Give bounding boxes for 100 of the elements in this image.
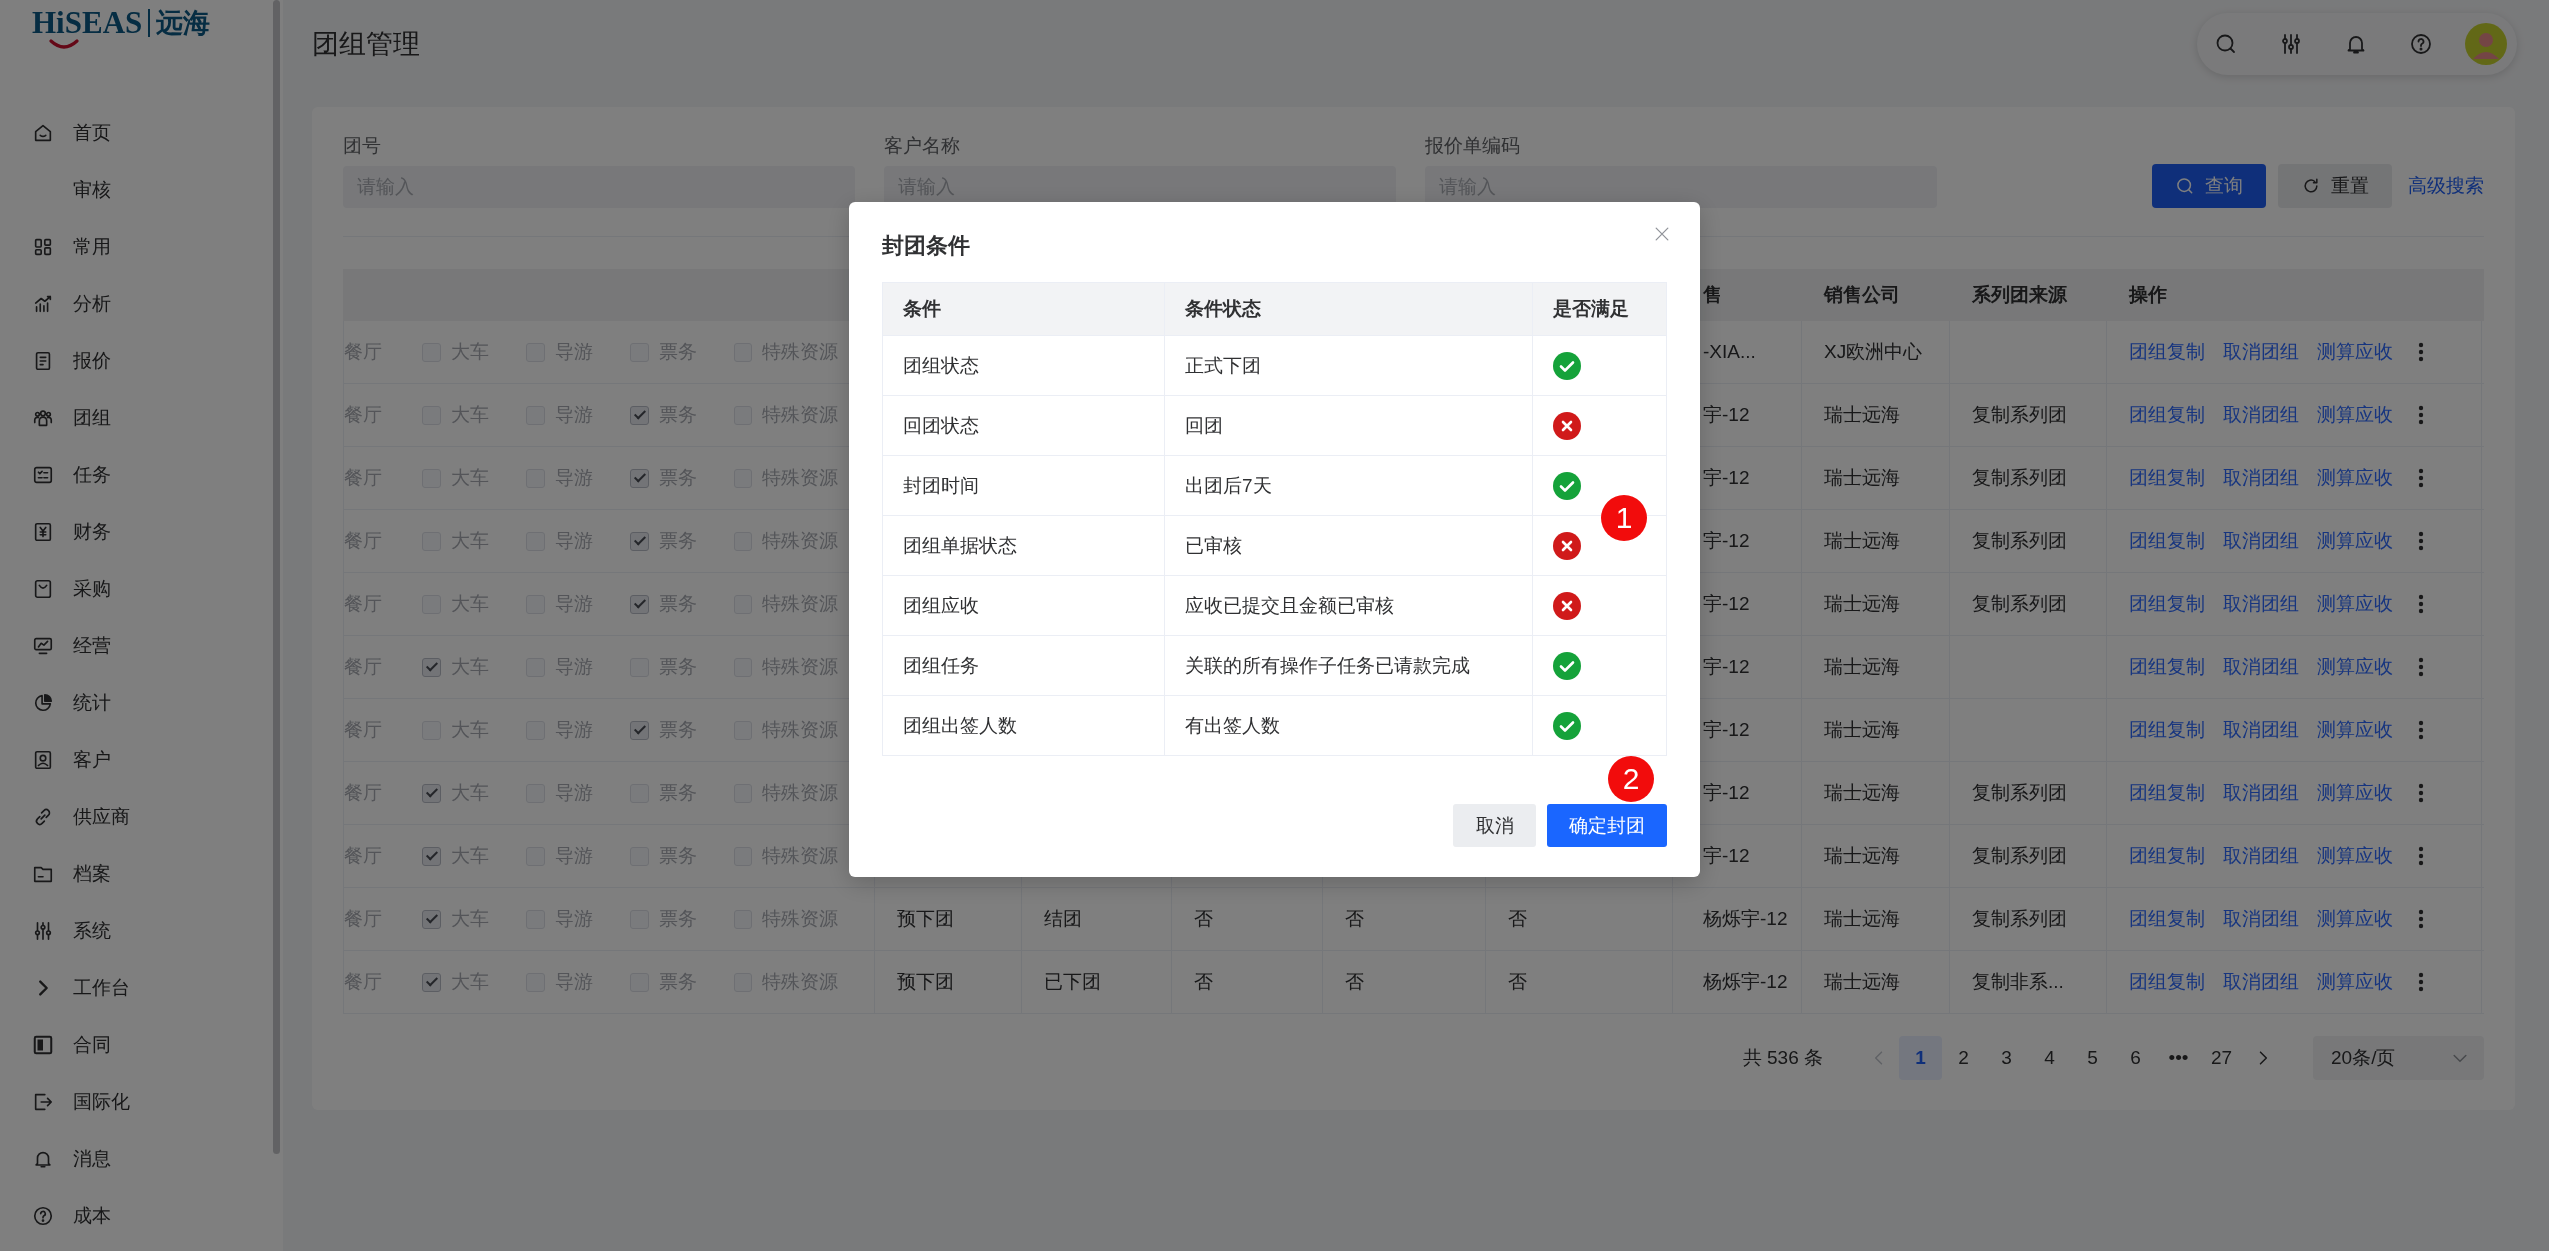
table-action-link[interactable]: 测算应收: [2317, 717, 2393, 743]
logo-text: HiSEAS: [32, 8, 143, 38]
avatar[interactable]: [2465, 23, 2507, 65]
search-button[interactable]: 查询: [2152, 164, 2266, 208]
table-action-link[interactable]: 测算应收: [2317, 969, 2393, 995]
table-cell-text: 瑞士远海: [1824, 970, 1900, 994]
table-action-link[interactable]: 取消团组: [2223, 717, 2299, 743]
page-number[interactable]: 3: [1985, 1036, 2028, 1080]
table-action-link[interactable]: 团组复制: [2129, 339, 2205, 365]
page-number[interactable]: 4: [2028, 1036, 2071, 1080]
logo-text: 远海: [148, 9, 211, 37]
table-action-link[interactable]: 取消团组: [2223, 843, 2299, 869]
table-cell-text: 宇-12: [1703, 781, 1750, 805]
page-number[interactable]: 6: [2114, 1036, 2157, 1080]
refresh-icon: [2301, 176, 2321, 196]
table-cell-text: 宇-12: [1703, 592, 1750, 616]
table-action-link[interactable]: 团组复制: [2129, 465, 2205, 491]
page-number[interactable]: •••: [2157, 1036, 2200, 1080]
advanced-search-link[interactable]: 高级搜索: [2404, 164, 2484, 208]
page-number[interactable]: 5: [2071, 1036, 2114, 1080]
help-icon: [32, 1204, 54, 1227]
checkbox[interactable]: [422, 846, 441, 866]
column-header: 系列团来源: [1972, 283, 2067, 307]
pie-chart-icon: [32, 691, 54, 714]
confirm-button[interactable]: 确定封团: [1547, 804, 1667, 847]
reset-button[interactable]: 重置: [2278, 164, 2392, 208]
table-action-link[interactable]: 取消团组: [2223, 591, 2299, 617]
table-action-link[interactable]: 团组复制: [2129, 528, 2205, 554]
more-icon[interactable]: [2418, 531, 2424, 551]
scrollbar-thumb[interactable]: [273, 0, 280, 1154]
page-number[interactable]: 2: [1942, 1036, 1985, 1080]
checkbox[interactable]: [630, 720, 649, 740]
table-action-link[interactable]: 测算应收: [2317, 339, 2393, 365]
page-number[interactable]: 1: [1899, 1036, 1942, 1080]
table-action-link[interactable]: 团组复制: [2129, 654, 2205, 680]
table-cell-text: 宇-12: [1703, 655, 1750, 679]
table-action-link[interactable]: 团组复制: [2129, 591, 2205, 617]
page-number[interactable]: 27: [2200, 1036, 2243, 1080]
more-icon[interactable]: [2418, 783, 2424, 803]
checkbox[interactable]: [422, 783, 441, 803]
more-icon[interactable]: [2418, 342, 2424, 362]
more-icon[interactable]: [2418, 594, 2424, 614]
column-header: 销售公司: [1824, 283, 1900, 307]
table-action-link[interactable]: 团组复制: [2129, 906, 2205, 932]
checkbox[interactable]: [422, 909, 441, 929]
table-action-link[interactable]: 团组复制: [2129, 969, 2205, 995]
table-cell-text: 出团后7天: [1185, 473, 1272, 498]
checkbox[interactable]: [422, 972, 441, 992]
more-icon[interactable]: [2418, 405, 2424, 425]
search-icon[interactable]: [2214, 32, 2238, 56]
table-action-link[interactable]: 团组复制: [2129, 402, 2205, 428]
page-size-select[interactable]: 20条/页: [2313, 1036, 2484, 1080]
table-action-link[interactable]: 测算应收: [2317, 843, 2393, 869]
table-action-link[interactable]: 取消团组: [2223, 906, 2299, 932]
table-cell-text: 团组出签人数: [903, 713, 1017, 738]
table-action-link[interactable]: 取消团组: [2223, 969, 2299, 995]
table-action-link[interactable]: 测算应收: [2317, 906, 2393, 932]
table-action-link[interactable]: 取消团组: [2223, 654, 2299, 680]
field-label: 客户名称: [884, 135, 961, 157]
checkbox[interactable]: [630, 594, 649, 614]
table-cell-text: 宇-12: [1703, 466, 1750, 490]
table-action-link[interactable]: 取消团组: [2223, 339, 2299, 365]
checkbox[interactable]: [630, 531, 649, 551]
table-action-link[interactable]: 团组复制: [2129, 717, 2205, 743]
checkbox[interactable]: [422, 657, 441, 677]
table-action-link[interactable]: 测算应收: [2317, 780, 2393, 806]
table-cell-text: 杨烁宇-12: [1703, 970, 1788, 994]
more-icon[interactable]: [2418, 468, 2424, 488]
more-icon[interactable]: [2418, 909, 2424, 929]
table-action-link[interactable]: 取消团组: [2223, 465, 2299, 491]
table-cell-text: 复制系列团: [1972, 403, 2067, 427]
contact-card-icon: [32, 748, 54, 771]
more-icon[interactable]: [2418, 657, 2424, 677]
table-cell-text: 回团: [1185, 413, 1223, 438]
table-action-link[interactable]: 测算应收: [2317, 465, 2393, 491]
table-action-link[interactable]: 团组复制: [2129, 780, 2205, 806]
table-cell-text: 团组任务: [903, 653, 979, 678]
table-action-link[interactable]: 取消团组: [2223, 780, 2299, 806]
table-action-link[interactable]: 测算应收: [2317, 654, 2393, 680]
table-action-link[interactable]: 取消团组: [2223, 528, 2299, 554]
table-action-link[interactable]: 团组复制: [2129, 843, 2205, 869]
table-action-link[interactable]: 测算应收: [2317, 528, 2393, 554]
column-header: 售: [1703, 283, 1722, 307]
help-icon[interactable]: [2409, 32, 2433, 56]
cancel-button[interactable]: 取消: [1453, 804, 1536, 847]
checkbox[interactable]: [630, 405, 649, 425]
table-cell-text: 封团时间: [903, 473, 979, 498]
more-icon[interactable]: [2418, 720, 2424, 740]
table-cell-text: 否: [1508, 907, 1527, 931]
sliders-icon[interactable]: [2279, 32, 2303, 56]
sidebar-item[interactable]: 成本: [0, 1187, 283, 1244]
more-icon[interactable]: [2418, 846, 2424, 866]
table-cell-text: 否: [1345, 970, 1364, 994]
more-icon[interactable]: [2418, 972, 2424, 992]
field-label: 报价单编码: [1425, 135, 1521, 157]
table-action-link[interactable]: 测算应收: [2317, 402, 2393, 428]
table-action-link[interactable]: 测算应收: [2317, 591, 2393, 617]
table-cell-text: 杨烁宇-12: [1703, 907, 1788, 931]
table-action-link[interactable]: 取消团组: [2223, 402, 2299, 428]
checkbox[interactable]: [630, 468, 649, 488]
